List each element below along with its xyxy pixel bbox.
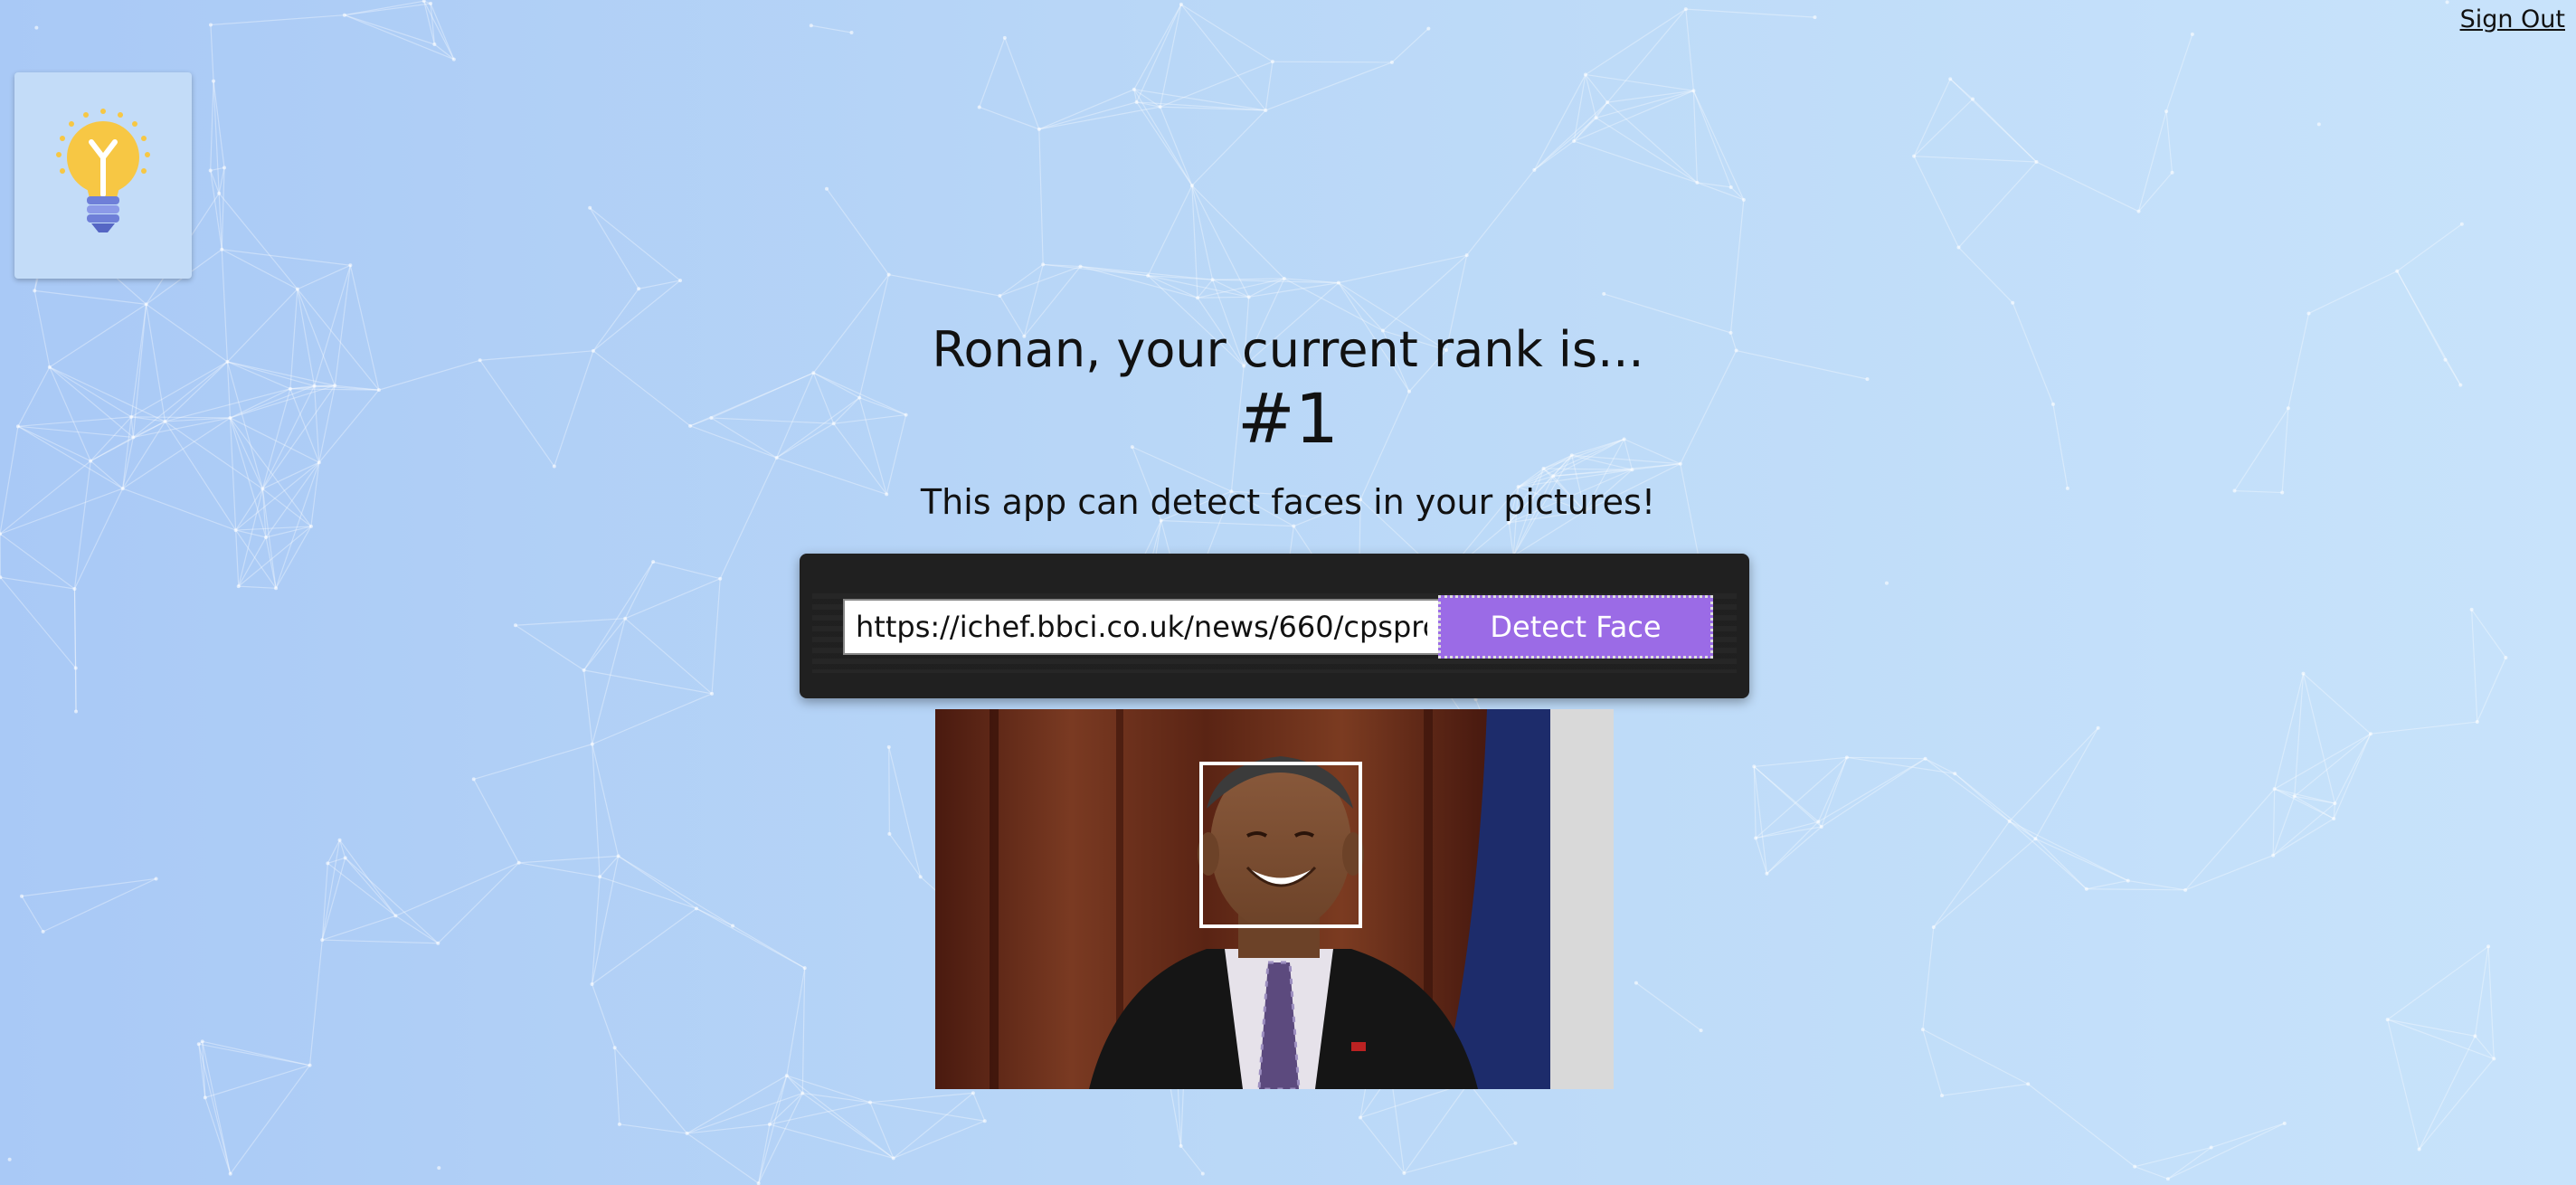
image-url-input[interactable] bbox=[843, 599, 1440, 655]
face-bounding-box bbox=[1199, 762, 1362, 928]
result-image bbox=[935, 709, 1614, 1089]
sign-out-link[interactable]: Sign Out bbox=[2460, 5, 2565, 33]
rank-greeting: Ronan, your current rank is... bbox=[932, 321, 1644, 378]
image-url-form: Detect Face bbox=[800, 554, 1749, 698]
rank-value: #1 bbox=[1236, 378, 1340, 459]
lightbulb-icon bbox=[56, 109, 150, 232]
logo-tile[interactable] bbox=[14, 72, 192, 279]
app-tagline: This app can detect faces in your pictur… bbox=[920, 482, 1656, 522]
detect-face-button[interactable]: Detect Face bbox=[1438, 595, 1713, 659]
